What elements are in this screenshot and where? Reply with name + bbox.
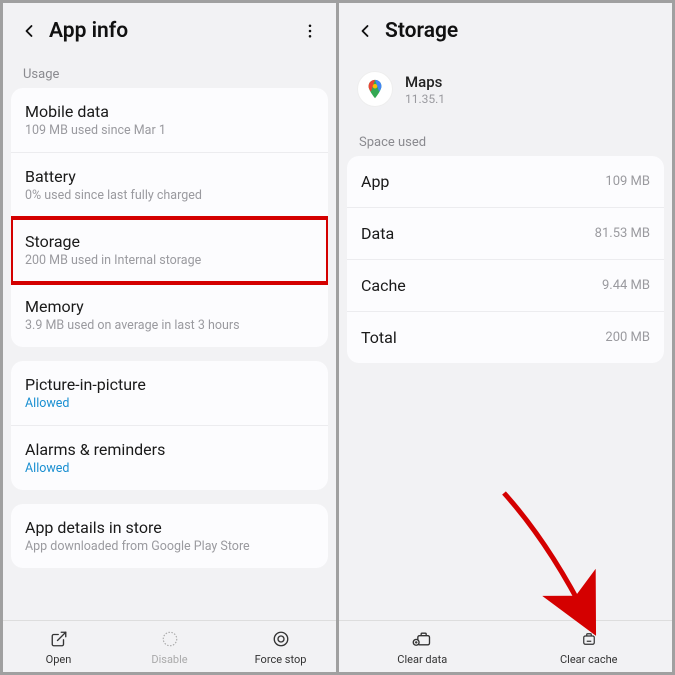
button-label: Open bbox=[46, 653, 72, 666]
row-mobile-data[interactable]: Mobile data 109 MB used since Mar 1 bbox=[11, 88, 328, 153]
row-battery[interactable]: Battery 0% used since last fully charged bbox=[11, 153, 328, 218]
open-icon bbox=[50, 630, 68, 648]
kv-key: Cache bbox=[361, 276, 406, 295]
clear-data-button[interactable]: Clear data bbox=[339, 629, 506, 666]
app-info-screen: App info Usage Mobile data 109 MB used s… bbox=[3, 3, 336, 672]
space-card: App 109 MB Data 81.53 MB Cache 9.44 MB T… bbox=[347, 156, 664, 363]
kv-cache: Cache 9.44 MB bbox=[347, 260, 664, 312]
chevron-left-icon bbox=[355, 21, 375, 41]
kv-app: App 109 MB bbox=[347, 156, 664, 208]
button-label: Clear cache bbox=[560, 653, 618, 666]
header: App info bbox=[3, 3, 336, 57]
row-title: Picture-in-picture bbox=[25, 375, 314, 394]
app-name: Maps bbox=[405, 73, 445, 91]
row-subtitle: 0% used since last fully charged bbox=[25, 188, 314, 203]
row-storage[interactable]: Storage 200 MB used in Internal storage bbox=[11, 218, 328, 283]
force-stop-icon bbox=[272, 630, 290, 648]
app-meta: Maps 11.35.1 bbox=[405, 73, 445, 106]
row-subtitle: Allowed bbox=[25, 396, 314, 411]
row-title: Battery bbox=[25, 167, 314, 186]
row-title: Storage bbox=[25, 232, 314, 251]
more-vertical-icon bbox=[301, 22, 319, 40]
kv-key: App bbox=[361, 172, 389, 191]
row-title: Memory bbox=[25, 297, 314, 316]
force-stop-button[interactable]: Force stop bbox=[225, 629, 336, 666]
page-title: Storage bbox=[385, 19, 658, 43]
bottom-bar: Open Disable Force stop bbox=[3, 620, 336, 672]
back-button[interactable] bbox=[17, 19, 41, 43]
clear-cache-button[interactable]: Clear cache bbox=[506, 629, 673, 666]
row-app-details[interactable]: App details in store App downloaded from… bbox=[11, 504, 328, 568]
row-title: Mobile data bbox=[25, 102, 314, 121]
row-subtitle: 109 MB used since Mar 1 bbox=[25, 123, 314, 138]
back-button[interactable] bbox=[353, 19, 377, 43]
header: Storage bbox=[339, 3, 672, 57]
section-label-space: Space used bbox=[339, 125, 672, 156]
usage-card: Mobile data 109 MB used since Mar 1 Batt… bbox=[11, 88, 328, 347]
maps-icon bbox=[364, 78, 386, 100]
annotation-arrow-icon bbox=[489, 483, 629, 643]
app-info-block: Maps 11.35.1 bbox=[339, 57, 672, 125]
disable-button[interactable]: Disable bbox=[114, 629, 225, 666]
clear-data-icon bbox=[412, 630, 432, 648]
row-title: Alarms & reminders bbox=[25, 440, 314, 459]
button-label: Force stop bbox=[255, 653, 307, 666]
chevron-left-icon bbox=[19, 21, 39, 41]
permissions-card: Picture-in-picture Allowed Alarms & remi… bbox=[11, 361, 328, 490]
open-button[interactable]: Open bbox=[3, 629, 114, 666]
button-label: Disable bbox=[151, 653, 187, 666]
row-subtitle: Allowed bbox=[25, 461, 314, 476]
row-title: App details in store bbox=[25, 518, 314, 537]
kv-value: 109 MB bbox=[605, 174, 650, 189]
section-label-usage: Usage bbox=[3, 57, 336, 88]
button-label: Clear data bbox=[397, 653, 447, 666]
row-subtitle: 3.9 MB used on average in last 3 hours bbox=[25, 318, 314, 333]
row-memory[interactable]: Memory 3.9 MB used on average in last 3 … bbox=[11, 283, 328, 347]
clear-cache-icon bbox=[580, 630, 598, 648]
app-version: 11.35.1 bbox=[405, 92, 445, 106]
kv-total: Total 200 MB bbox=[347, 312, 664, 363]
kv-data: Data 81.53 MB bbox=[347, 208, 664, 260]
storage-screen: Storage Maps 11.35.1 Space used App 109 … bbox=[339, 3, 672, 672]
kv-key: Data bbox=[361, 224, 394, 243]
bottom-bar: Clear data Clear cache bbox=[339, 620, 672, 672]
kv-key: Total bbox=[361, 328, 397, 347]
row-subtitle: 200 MB used in Internal storage bbox=[25, 253, 314, 268]
kv-value: 9.44 MB bbox=[602, 278, 650, 293]
app-icon bbox=[357, 71, 393, 107]
kv-value: 200 MB bbox=[605, 330, 650, 345]
more-button[interactable] bbox=[298, 19, 322, 43]
store-card: App details in store App downloaded from… bbox=[11, 504, 328, 568]
page-title: App info bbox=[49, 19, 298, 43]
disable-icon bbox=[161, 630, 179, 648]
row-alarms[interactable]: Alarms & reminders Allowed bbox=[11, 426, 328, 490]
row-pip[interactable]: Picture-in-picture Allowed bbox=[11, 361, 328, 426]
kv-value: 81.53 MB bbox=[595, 226, 650, 241]
row-subtitle: App downloaded from Google Play Store bbox=[25, 539, 314, 554]
